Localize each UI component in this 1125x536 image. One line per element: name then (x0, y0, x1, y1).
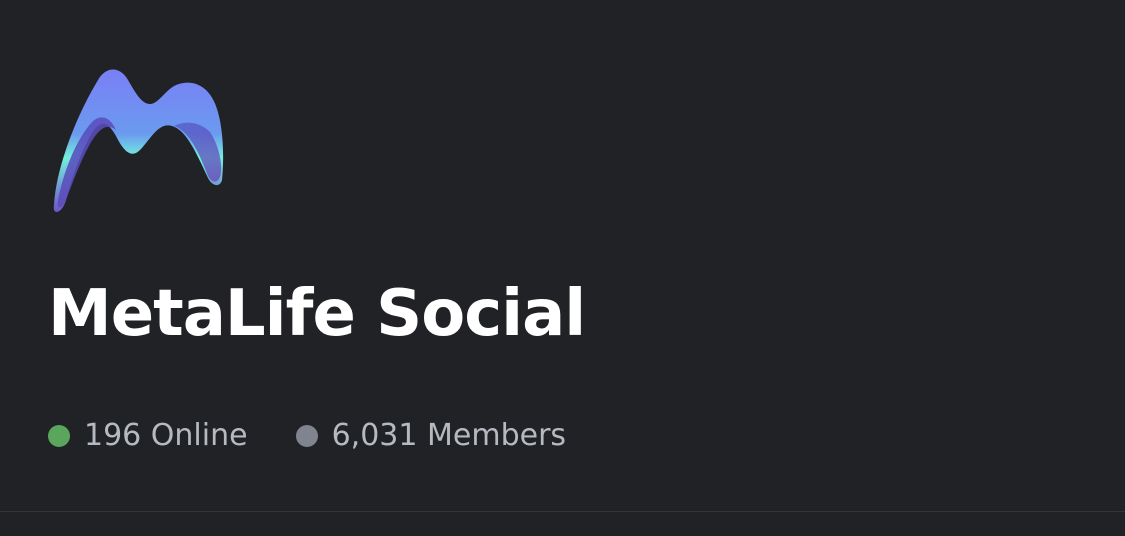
server-stats: 196 Online 6,031 Members (48, 418, 614, 453)
online-count-label: 196 Online (84, 418, 248, 453)
member-status-dot-icon (295, 424, 318, 447)
online-count: 196 Online (48, 418, 248, 453)
metalife-logo-icon[interactable] (46, 60, 232, 220)
divider (0, 511, 1125, 512)
member-count: 6,031 Members (295, 418, 567, 453)
online-status-dot-icon (48, 424, 70, 447)
server-name: MetaLife Social (48, 277, 586, 351)
server-header: MetaLife Social 196 Online 6,031 Members (0, 0, 1125, 536)
member-count-label: 6,031 Members (331, 418, 567, 453)
